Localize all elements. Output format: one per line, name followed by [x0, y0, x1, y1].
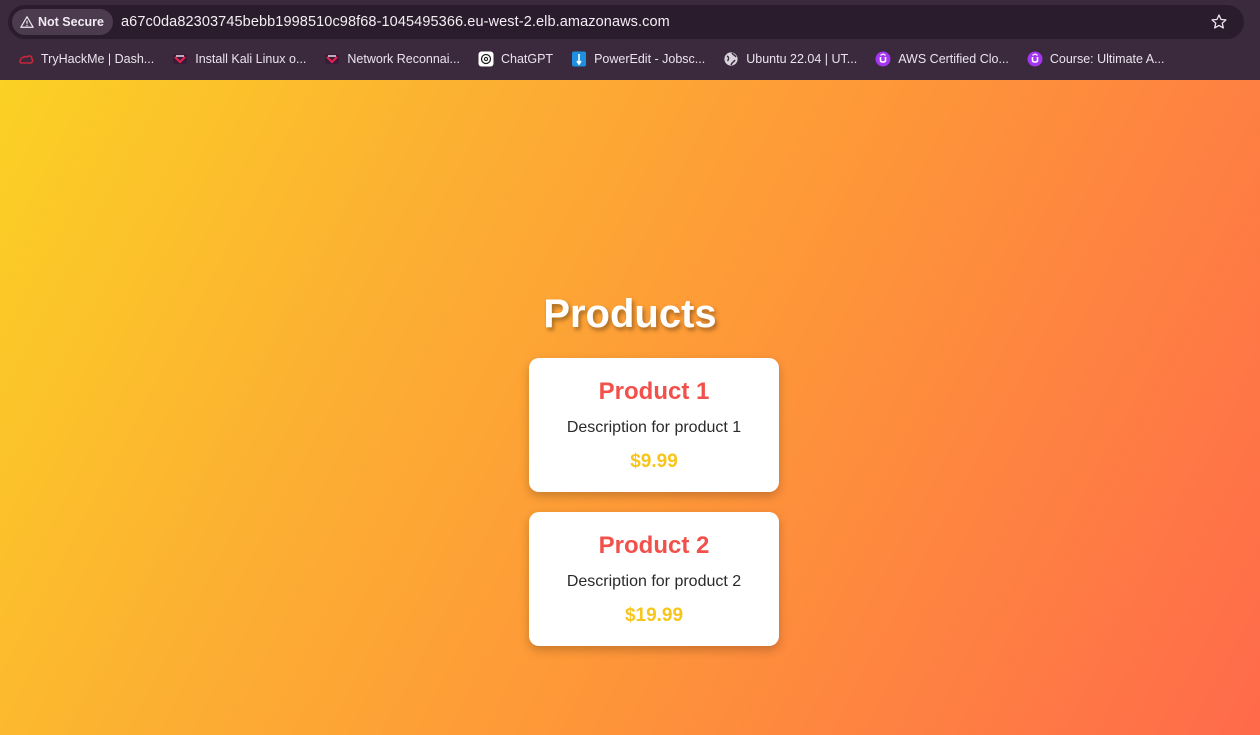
bookmarks-bar: TryHackMe | Dash... Install Kali Linux o… — [0, 46, 1260, 72]
udemy-icon — [1027, 51, 1043, 67]
product-description: Description for product 1 — [566, 419, 742, 436]
bookmark-aws-certified[interactable]: AWS Certified Clo... — [875, 51, 1009, 67]
page-title: Products — [543, 292, 717, 336]
product-price: $19.99 — [624, 605, 684, 626]
bookmark-ubuntu[interactable]: Ubuntu 22.04 | UT... — [723, 51, 857, 67]
bookmark-tryhackme[interactable]: TryHackMe | Dash... — [18, 51, 154, 67]
bookmark-kali-install[interactable]: Install Kali Linux o... — [172, 51, 306, 67]
kali-icon — [324, 51, 340, 67]
bookmark-chatgpt[interactable]: ChatGPT — [478, 51, 553, 67]
bookmark-poweredit[interactable]: PowerEdit - Jobsc... — [571, 51, 705, 67]
product-card: Product 1 Description for product 1 $9.9… — [529, 358, 779, 492]
product-card: Product 2 Description for product 2 $19.… — [529, 512, 779, 646]
poweredit-icon — [571, 51, 587, 67]
url-text[interactable]: a67c0da82303745bebb1998510c98f68-1045495… — [121, 14, 670, 30]
kali-icon — [172, 51, 188, 67]
bookmark-course-ultimate[interactable]: Course: Ultimate A... — [1027, 51, 1165, 67]
address-bar[interactable]: Not Secure a67c0da82303745bebb1998510c98… — [8, 5, 1244, 39]
chatgpt-icon — [478, 51, 494, 67]
bookmark-star-icon[interactable] — [1210, 13, 1228, 31]
warning-icon — [20, 16, 34, 28]
tryhackme-icon — [18, 51, 34, 67]
product-description: Description for product 2 — [566, 573, 742, 590]
security-indicator[interactable]: Not Secure — [12, 9, 113, 35]
udemy-icon — [875, 51, 891, 67]
globe-icon — [723, 51, 739, 67]
browser-chrome: Not Secure a67c0da82303745bebb1998510c98… — [0, 0, 1260, 80]
security-label: Not Secure — [38, 15, 104, 29]
product-price: $9.99 — [630, 451, 678, 472]
page-content: Products Product 1 Description for produ… — [0, 80, 1260, 735]
bookmark-network-recon[interactable]: Network Reconnai... — [324, 51, 460, 67]
product-name: Product 1 — [598, 378, 710, 405]
product-name: Product 2 — [598, 532, 710, 559]
